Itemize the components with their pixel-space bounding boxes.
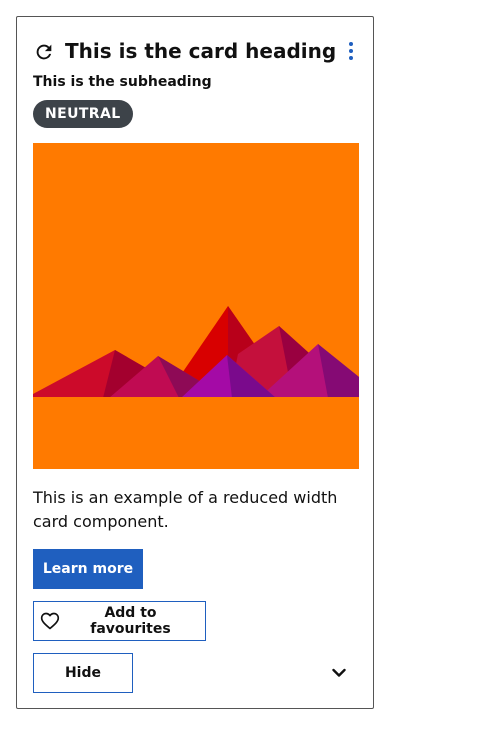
learn-more-label: Learn more [42,561,134,577]
hide-button[interactable]: Hide [33,653,133,693]
heart-outline-icon [40,612,60,630]
add-to-favourites-label: Add to favourites [90,605,171,637]
card-header: This is the card heading [33,39,359,65]
chevron-down-icon [332,668,346,677]
status-badge: NEUTRAL [33,100,133,128]
card-subheading: This is the subheading [33,74,212,90]
refresh-icon [36,44,52,60]
more-vertical-icon [349,42,353,60]
more-options-button[interactable] [335,37,367,65]
card-image [33,143,359,469]
card: This is the card heading This is the sub… [16,16,374,709]
learn-more-button[interactable]: Learn more [33,549,143,589]
card-heading: This is the card heading [65,39,337,63]
add-to-favourites-button[interactable]: Add to favourites [33,601,206,641]
hide-label: Hide [64,665,102,681]
card-body-text: This is an example of a reduced width ca… [33,488,338,531]
expand-button[interactable] [328,662,350,684]
